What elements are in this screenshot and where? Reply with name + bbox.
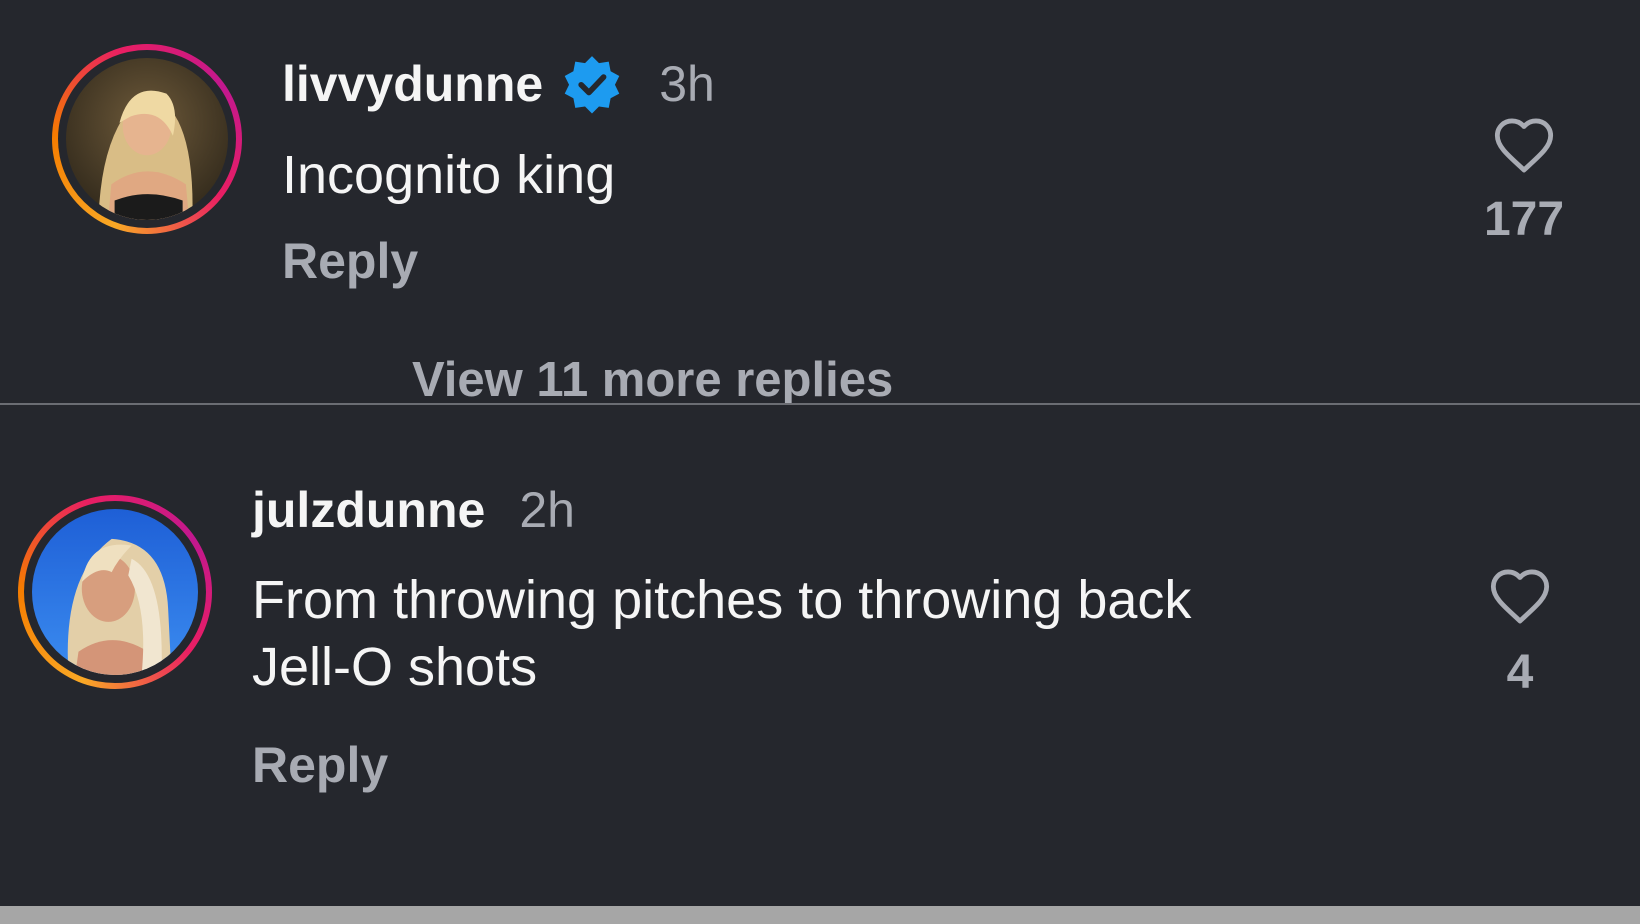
heart-icon[interactable] (1485, 565, 1555, 629)
username[interactable]: julzdunne (252, 481, 485, 539)
comment-header: julzdunne 2h (252, 480, 575, 540)
avatar[interactable] (18, 495, 212, 689)
timestamp: 3h (659, 56, 715, 112)
bottom-strip (0, 906, 1640, 924)
reply-button[interactable]: Reply (282, 232, 418, 290)
profile-photo (32, 509, 198, 675)
comment-text-line: Jell-O shots (252, 636, 538, 697)
comment-julzdunne: julzdunne 2h From throwing pitches to th… (0, 405, 1640, 906)
comment-panel-2: julzdunne 2h From throwing pitches to th… (0, 405, 1640, 906)
like-count: 4 (1506, 646, 1534, 699)
comment-text: Incognito king (282, 145, 616, 205)
comment-livvydunne: livvydunne 3h Incognito king Reply 177 V… (0, 0, 1640, 403)
verified-badge-icon (561, 53, 623, 115)
like-control: 4 (1476, 565, 1564, 700)
view-replies-button[interactable]: View 11 more replies (412, 352, 893, 403)
comment-text-line: From throwing pitches to throwing back (252, 570, 1192, 630)
timestamp: 2h (519, 482, 575, 538)
avatar[interactable] (52, 44, 242, 234)
heart-icon[interactable] (1489, 114, 1559, 178)
profile-photo (66, 58, 228, 220)
comment-panel-1: livvydunne 3h Incognito king Reply 177 V… (0, 0, 1640, 403)
reply-button[interactable]: Reply (252, 736, 388, 794)
like-control: 177 (1480, 114, 1568, 247)
like-count: 177 (1483, 193, 1565, 246)
comment-header: livvydunne 3h (282, 54, 715, 114)
comment-text: From throwing pitches to throwing back J… (252, 567, 1191, 701)
username[interactable]: livvydunne (282, 55, 543, 113)
